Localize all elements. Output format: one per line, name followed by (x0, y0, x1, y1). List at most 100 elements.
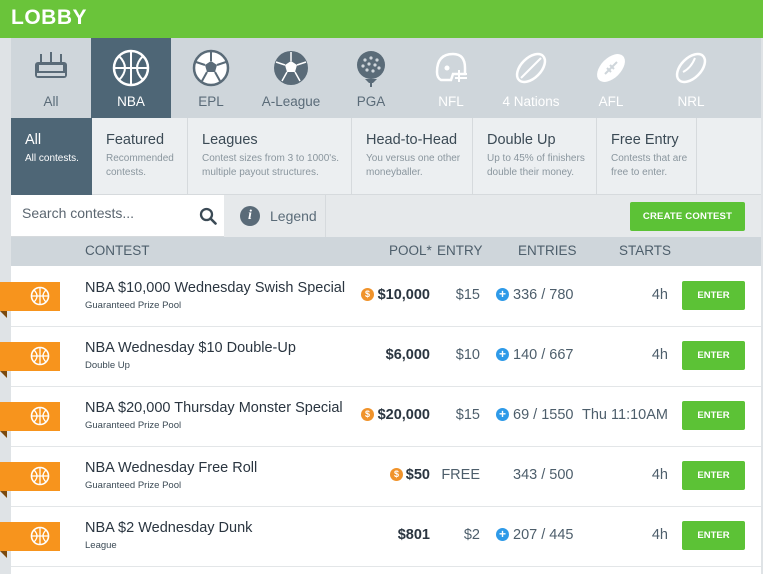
legend-button[interactable]: i Legend (224, 195, 326, 237)
basketball-icon (30, 526, 50, 546)
enter-button[interactable]: ENTER (682, 281, 745, 310)
search-input[interactable] (22, 205, 192, 221)
filter-desc: Contests that are free to enter. (611, 153, 688, 178)
contest-name[interactable]: NBA $2 Wednesday Dunk (85, 520, 252, 536)
sport-ribbon (0, 402, 60, 431)
ribbon-fold (0, 491, 7, 498)
filter-title: Leagues (202, 132, 258, 148)
basketball-icon (30, 346, 50, 366)
basketball-icon (112, 49, 150, 87)
sport-tab-4-nations[interactable]: 4 Nations (491, 38, 571, 118)
table-row[interactable]: NBA $2 Wednesday Dunk League $801 $2 + 2… (11, 507, 761, 567)
golf-ball-icon (357, 51, 385, 87)
col-entries[interactable]: ENTRIES (518, 243, 577, 258)
search-icon[interactable] (199, 207, 217, 225)
create-contest-button[interactable]: CREATE CONTEST (630, 202, 745, 231)
ribbon-fold (0, 311, 7, 318)
sport-tab-nba[interactable]: NBA (91, 38, 171, 118)
afl-ball-icon (597, 54, 625, 82)
plus-icon: + (496, 288, 509, 301)
contest-name[interactable]: NBA Wednesday Free Roll (85, 460, 257, 476)
filter-title: Double Up (487, 132, 556, 148)
lobby-panel: All NBA EPL A-League PGA NFL 4 Nations A… (11, 38, 761, 574)
filter-title: Featured (106, 132, 165, 148)
sport-label-pga: PGA (356, 94, 386, 109)
contest-type: Double Up (85, 360, 130, 371)
filter-featured[interactable]: Featured Recommended contests. (92, 118, 188, 195)
filter-free-entry[interactable]: Free Entry Contests that are free to ent… (597, 118, 697, 195)
filter-title: Head-to-Head (366, 132, 458, 148)
ribbon-fold (0, 371, 7, 378)
search-box (11, 195, 224, 237)
start-time: 4h (651, 347, 668, 363)
basketball-icon (30, 466, 50, 486)
start-time: 4h (651, 467, 668, 483)
sport-label-nrl: NRL (677, 94, 705, 109)
sport-tab-pga[interactable]: PGA (331, 38, 411, 118)
enter-button[interactable]: ENTER (682, 521, 745, 550)
prize-pool: $50 (405, 467, 430, 483)
enter-button[interactable]: ENTER (682, 461, 745, 490)
sport-tab-all[interactable]: All (11, 38, 91, 118)
table-row[interactable]: NBA $10,000 Wednesday Swish Special Guar… (11, 267, 761, 327)
enter-button[interactable]: ENTER (682, 401, 745, 430)
entries-count: 343 / 500 (513, 467, 574, 483)
table-row[interactable]: NBA $20,000 Thursday Monster Special Gua… (11, 387, 761, 447)
coin-icon: $ (390, 468, 403, 481)
filter-desc: Contest sizes from 3 to 1000's. multiple… (202, 153, 339, 178)
plus-icon: + (496, 528, 509, 541)
sport-tab-epl[interactable]: EPL (171, 38, 251, 118)
soccer-ball-icon (192, 49, 230, 87)
legend-label: Legend (270, 208, 317, 224)
coin-icon: $ (361, 408, 374, 421)
sport-ribbon (0, 462, 60, 491)
sport-tab-afl[interactable]: AFL (571, 38, 651, 118)
entries-count: 207 / 445 (513, 527, 574, 543)
col-entry[interactable]: ENTRY (437, 243, 483, 258)
contest-type: Guaranteed Prize Pool (85, 300, 182, 311)
contest-name[interactable]: NBA Wednesday $10 Double-Up (85, 340, 296, 356)
plus-icon: + (496, 348, 509, 361)
prize-pool: $20,000 (377, 407, 430, 423)
page-title: LOBBY (11, 6, 87, 29)
info-icon: i (240, 206, 260, 226)
plus-icon: + (496, 408, 509, 421)
table-row[interactable]: NBA Wednesday $10 Double-Up Double Up $6… (11, 327, 761, 387)
contest-name[interactable]: NBA $10,000 Wednesday Swish Special (85, 280, 345, 296)
basketball-icon (30, 286, 50, 306)
contest-name[interactable]: NBA $20,000 Thursday Monster Special (85, 400, 343, 416)
basketball-icon (30, 406, 50, 426)
sport-label-4-nations: 4 Nations (502, 94, 560, 109)
sport-tab-nrl[interactable]: NRL (651, 38, 731, 118)
filter-head-to-head[interactable]: Head-to-Head You versus one other moneyb… (352, 118, 473, 195)
sport-tab-nfl[interactable]: NFL (411, 38, 491, 118)
sport-ribbon (0, 282, 60, 311)
col-contest[interactable]: CONTEST (85, 243, 150, 258)
sport-tab-a-league[interactable]: A-League (251, 38, 331, 118)
entries-count: 140 / 667 (513, 347, 574, 363)
col-pool[interactable]: POOL* (389, 243, 432, 258)
sport-tabs: All NBA EPL A-League PGA NFL 4 Nations A… (11, 38, 761, 118)
filter-all[interactable]: All All contests. (11, 118, 92, 195)
prize-pool: $10,000 (377, 287, 430, 303)
filter-desc: Recommended contests. (106, 153, 174, 178)
sport-label-afl: AFL (598, 94, 624, 109)
rugby-ball-icon (515, 52, 547, 84)
sport-label-epl: EPL (198, 94, 224, 109)
col-starts[interactable]: STARTS (619, 243, 671, 258)
ribbon-fold (0, 431, 7, 438)
entries-count: 69 / 1550 (513, 407, 574, 423)
enter-button[interactable]: ENTER (682, 341, 745, 370)
filter-leagues[interactable]: Leagues Contest sizes from 3 to 1000's. … (188, 118, 352, 195)
filter-title: Free Entry (611, 132, 679, 148)
filter-title: All (25, 132, 42, 148)
entry-fee: $15 (455, 407, 480, 423)
start-time: 4h (651, 287, 668, 303)
sport-ribbon (0, 342, 60, 371)
filter-double-up[interactable]: Double Up Up to 45% of finishers double … (473, 118, 597, 195)
entry-fee: $15 (455, 287, 480, 303)
table-row[interactable]: NBA Wednesday Free Roll Guaranteed Prize… (11, 447, 761, 507)
entry-fee: FREE (441, 467, 480, 483)
table-header: CONTEST POOL* ENTRY ENTRIES STARTS (11, 237, 761, 266)
lobby-toolbar: i Legend CREATE CONTEST (11, 195, 761, 237)
